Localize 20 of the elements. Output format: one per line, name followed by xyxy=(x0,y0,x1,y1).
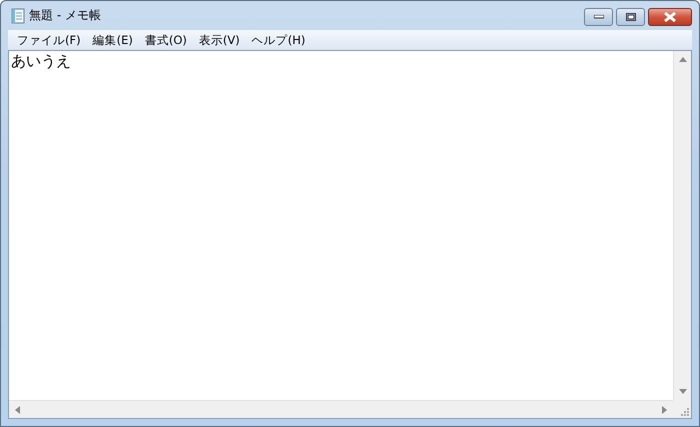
minimize-button[interactable] xyxy=(584,8,613,26)
maximize-icon xyxy=(626,13,636,21)
window-title: 無題 - メモ帳 xyxy=(29,7,101,24)
horizontal-scrollbar[interactable] xyxy=(9,400,673,418)
close-icon xyxy=(664,12,676,22)
maximize-button[interactable] xyxy=(616,8,645,26)
right-arrow-icon[interactable] xyxy=(662,406,667,414)
menu-item[interactable]: 編集(E) xyxy=(88,32,138,48)
menu-item[interactable]: 表示(V) xyxy=(194,32,245,48)
down-arrow-icon[interactable] xyxy=(678,389,686,394)
menu-item[interactable]: ヘルプ(H) xyxy=(246,32,310,48)
close-button[interactable] xyxy=(648,8,692,26)
up-arrow-icon[interactable] xyxy=(678,57,686,62)
notepad-icon xyxy=(11,8,25,24)
resize-grip-icon[interactable] xyxy=(679,406,689,416)
vertical-scrollbar[interactable] xyxy=(673,51,691,400)
minimize-icon xyxy=(594,15,604,19)
left-arrow-icon[interactable] xyxy=(15,406,20,414)
menu-item[interactable]: 書式(O) xyxy=(140,32,192,48)
menu-item[interactable]: ファイル(F) xyxy=(12,32,86,48)
